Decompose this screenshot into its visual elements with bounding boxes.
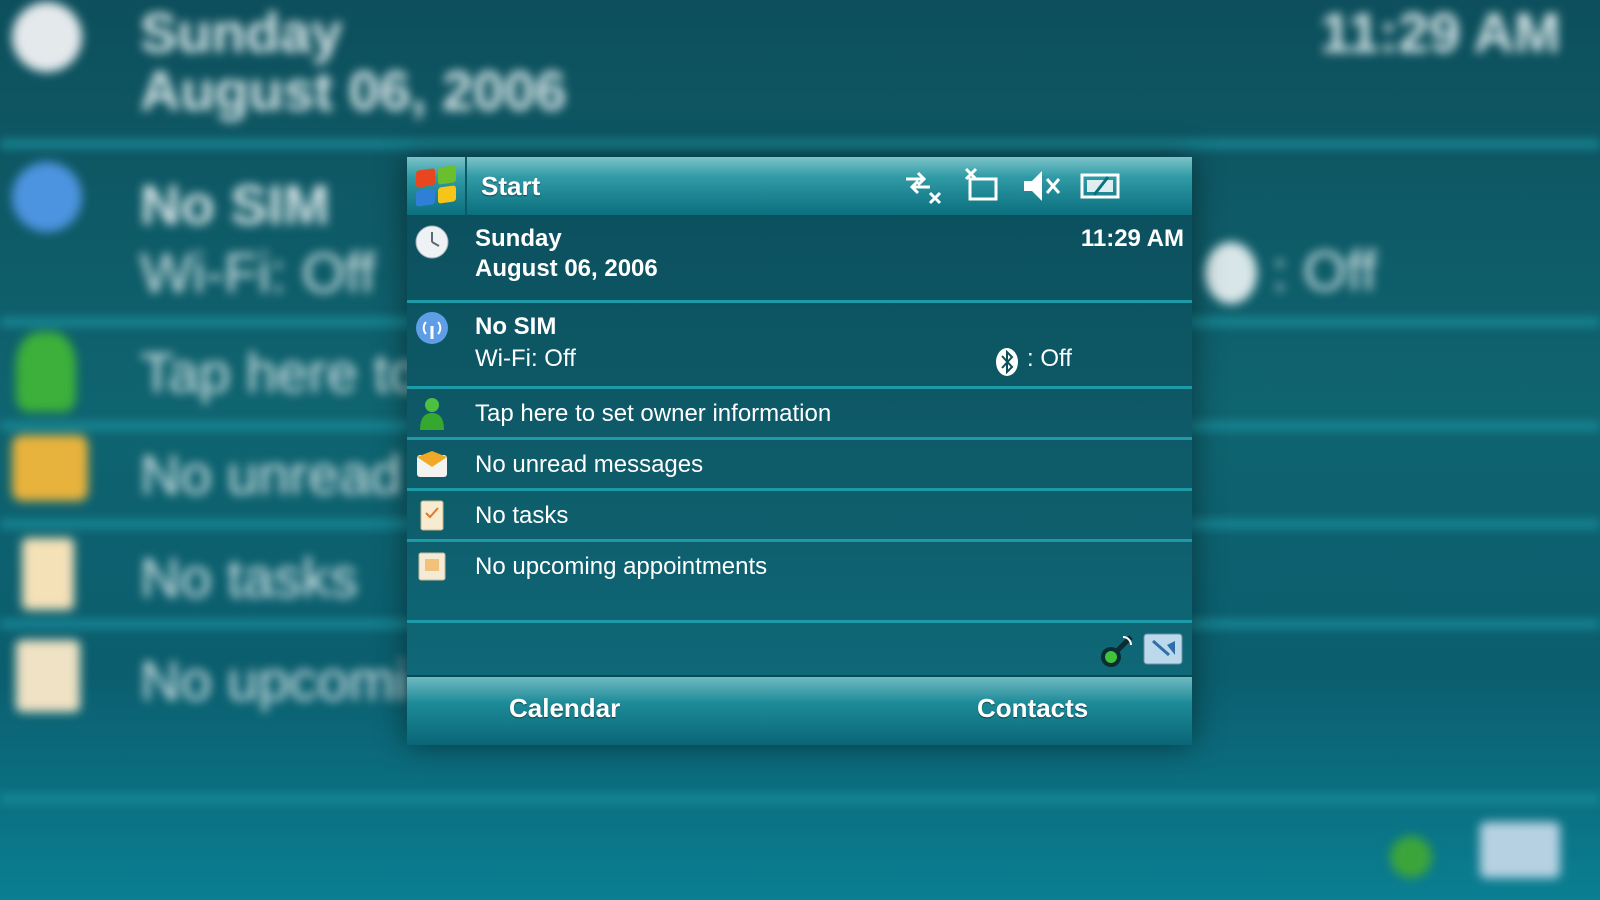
bluetooth-icon[interactable] xyxy=(995,347,1019,377)
contacts-softkey[interactable]: Contacts xyxy=(977,693,1088,724)
bg-date: August 06, 2006 xyxy=(140,59,567,122)
bg-owner-icon xyxy=(16,332,76,412)
bg-owner: Tap here to xyxy=(140,341,421,404)
bg-mail-icon xyxy=(12,435,88,501)
bg-divider xyxy=(0,795,1600,803)
bg-signal-icon xyxy=(12,162,82,232)
bg-network: No SIM xyxy=(140,173,330,236)
date-day: Sunday xyxy=(475,225,562,252)
owner-label: Tap here to set owner information xyxy=(475,400,832,427)
bg-appointments: No upcomi xyxy=(140,649,408,712)
calendar-softkey[interactable]: Calendar xyxy=(509,693,620,724)
bg-divider xyxy=(0,140,1600,148)
sync-icon[interactable] xyxy=(962,167,1002,205)
wifi-status[interactable]: Wi-Fi: Off xyxy=(475,345,576,373)
bg-comm-icon xyxy=(1390,836,1432,878)
tasks-row[interactable]: No tasks xyxy=(407,491,1192,542)
date-row[interactable]: Sunday August 06, 2006 11:29 AM xyxy=(407,217,1192,303)
title-bar: Start xyxy=(407,157,1192,217)
notification-tray xyxy=(407,620,1192,675)
date-full: August 06, 2006 xyxy=(475,255,658,282)
status-icons xyxy=(904,167,1122,205)
bg-messages: No unread xyxy=(140,443,402,506)
signal-icon xyxy=(416,312,448,344)
bluetooth-status: : Off xyxy=(1027,345,1072,372)
start-label[interactable]: Start xyxy=(481,171,540,202)
appointments-row[interactable]: No upcoming appointments xyxy=(407,542,1192,593)
start-button[interactable] xyxy=(407,157,467,216)
battery-icon[interactable] xyxy=(1080,167,1122,205)
network-carrier: No SIM xyxy=(475,313,557,340)
network-row[interactable]: No SIM Wi-Fi: Off : Off xyxy=(407,303,1192,389)
volume-muted-icon[interactable] xyxy=(1020,167,1062,205)
display-icon[interactable] xyxy=(1143,633,1183,665)
bg-time: 11:29 AM xyxy=(1320,1,1561,64)
bg-day: Sunday xyxy=(140,1,343,64)
bg-display-icon xyxy=(1480,822,1560,878)
owner-row[interactable]: Tap here to set owner information xyxy=(407,389,1192,440)
tasks-icon xyxy=(420,500,444,531)
bg-tasks-icon xyxy=(22,538,74,610)
clock-icon xyxy=(415,225,449,259)
messages-label: No unread messages xyxy=(475,451,704,478)
bg-calendar-icon xyxy=(16,640,80,712)
connectivity-icon[interactable] xyxy=(904,167,944,205)
bg-bluetooth-status: : Off xyxy=(1272,239,1377,302)
date-time: 11:29 AM xyxy=(1080,225,1184,252)
bg-bluetooth-icon xyxy=(1205,242,1257,304)
comm-manager-icon[interactable] xyxy=(1097,631,1137,671)
owner-icon xyxy=(420,398,444,430)
tasks-label: No tasks xyxy=(475,502,569,529)
today-screen: Start Sunday August 06, 2006 11:29 AM No… xyxy=(407,157,1192,745)
bg-clock-icon xyxy=(12,2,82,72)
bg-tasks: No tasks xyxy=(140,546,358,609)
mail-icon xyxy=(417,451,447,477)
softkey-bar: Calendar Contacts xyxy=(407,675,1192,745)
windows-logo-icon xyxy=(416,165,456,207)
messages-row[interactable]: No unread messages xyxy=(407,440,1192,491)
appointments-label: No upcoming appointments xyxy=(475,553,768,580)
bg-wifi: Wi-Fi: Off xyxy=(140,241,376,304)
calendar-icon xyxy=(418,552,446,581)
